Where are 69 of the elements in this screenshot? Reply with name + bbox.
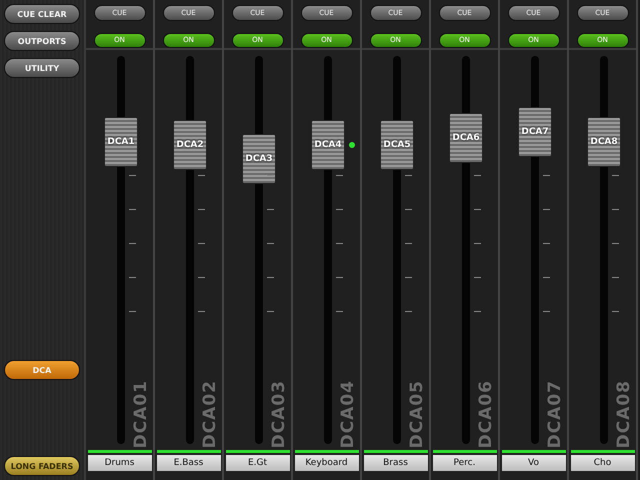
scale-tick	[129, 175, 136, 176]
scale-tick	[543, 175, 550, 176]
scale-tick	[405, 243, 412, 244]
channel-id-label: DCA05	[407, 380, 427, 448]
scale-tick	[405, 209, 412, 210]
scale-tick	[612, 243, 619, 244]
scale-tick	[267, 209, 274, 210]
scale-tick	[336, 277, 343, 278]
channel-id-label: DCA08	[614, 380, 634, 448]
scale-tick	[474, 277, 481, 278]
channel-name[interactable]: Vo	[502, 455, 566, 471]
scale-tick	[129, 243, 136, 244]
scale-tick	[612, 277, 619, 278]
channel-name[interactable]: Drums	[88, 455, 152, 471]
fader-handle[interactable]: DCA8	[587, 116, 621, 167]
scale-tick	[267, 243, 274, 244]
sidebar-button[interactable]: CUE CLEAR	[4, 4, 80, 24]
scale-tick	[336, 311, 343, 312]
scale-tick	[198, 277, 205, 278]
scale-tick	[474, 175, 481, 176]
channel-id-label: DCA03	[269, 380, 289, 448]
scale-tick	[612, 209, 619, 210]
scale-tick	[267, 277, 274, 278]
scale-tick	[336, 209, 343, 210]
scale-tick	[612, 311, 619, 312]
scale-tick	[198, 209, 205, 210]
channel-name[interactable]: Keyboard	[294, 455, 358, 471]
scale-tick	[543, 243, 550, 244]
scale-tick	[267, 175, 274, 176]
scale-tick	[543, 311, 550, 312]
fader-handle[interactable]: DCA7	[518, 106, 552, 157]
scale-tick	[543, 277, 550, 278]
scale-tick	[198, 175, 205, 176]
scale-tick	[405, 277, 412, 278]
scale-tick	[474, 243, 481, 244]
scale-tick	[129, 311, 136, 312]
scale-tick	[198, 311, 205, 312]
channel-id-label: DCA06	[476, 380, 496, 448]
sidebar-button[interactable]: DCA	[4, 360, 80, 380]
scale-tick	[612, 175, 619, 176]
scale-tick	[474, 209, 481, 210]
channel-id-label: DCA02	[200, 380, 220, 448]
fader-handle[interactable]: DCA6	[449, 113, 483, 164]
fader-handle[interactable]: DCA1	[104, 116, 138, 167]
channel-name[interactable]: Perc.	[432, 455, 496, 471]
scale-tick	[543, 209, 550, 210]
scale-tick	[405, 311, 412, 312]
fader-handle[interactable]: DCA3	[242, 134, 276, 184]
scale-tick	[129, 277, 136, 278]
scale-tick	[267, 311, 274, 312]
fader-handle[interactable]: DCA2	[173, 120, 207, 170]
scale-tick	[405, 175, 412, 176]
channel-name[interactable]: E.Bass	[156, 455, 220, 471]
scale-tick	[336, 243, 343, 244]
scale-tick	[129, 209, 136, 210]
channel-id-label: DCA04	[338, 380, 358, 448]
channel-name[interactable]: Cho	[570, 455, 634, 471]
fader-handle[interactable]: DCA5	[380, 120, 414, 170]
fader-handle[interactable]: DCA4	[311, 120, 345, 170]
scale-tick	[474, 311, 481, 312]
channel-name[interactable]: E.Gt	[226, 455, 290, 471]
scale-tick	[198, 243, 205, 244]
channel-name[interactable]: Brass	[364, 455, 428, 471]
scale-tick	[336, 175, 343, 176]
channel-id-label: DCA01	[131, 380, 151, 448]
sidebar-button[interactable]: LONG FADERS	[4, 456, 80, 476]
channel-id-label: DCA07	[545, 380, 565, 448]
sidebar-button[interactable]: UTILITY	[4, 58, 80, 78]
sidebar-button[interactable]: OUTPORTS	[4, 31, 80, 51]
